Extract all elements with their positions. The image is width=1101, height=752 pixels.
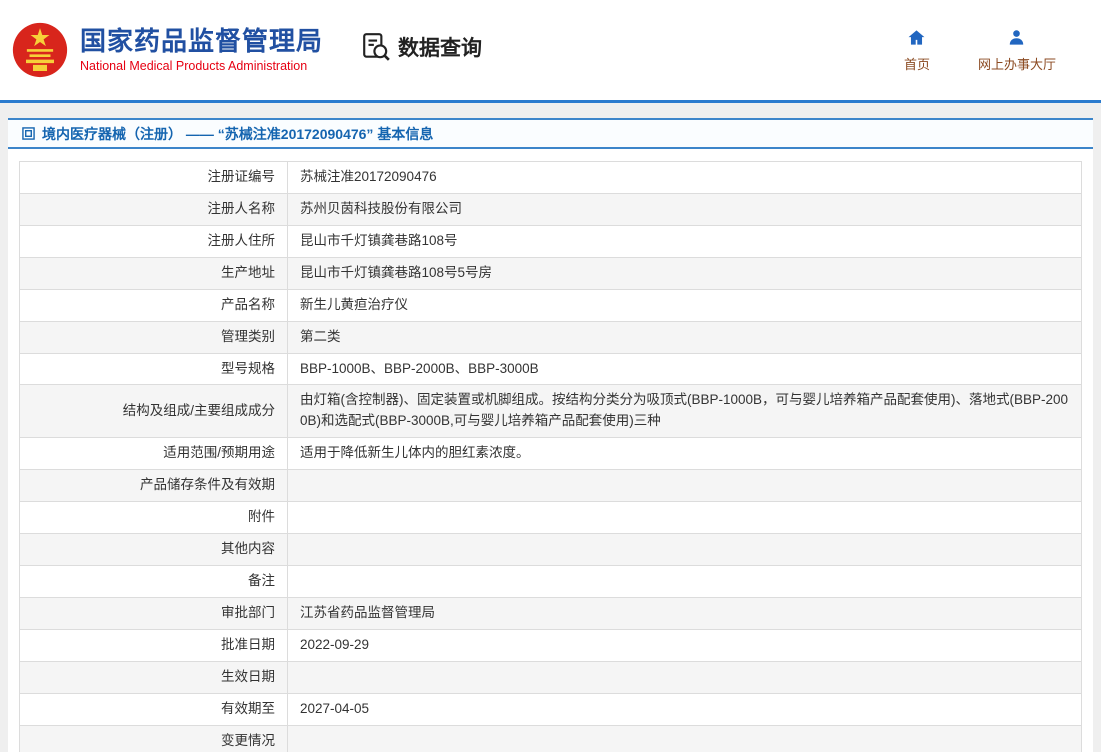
nav-home-label: 首页 [904,54,930,73]
person-icon [1007,28,1026,47]
page-title-bar: 境内医疗器械（注册） —— “苏械注准20172090476” 基本信息 [8,118,1093,149]
nmpa-emblem-logo [12,22,68,78]
agency-name-en: National Medical Products Administration [80,59,323,73]
row-value [288,502,1082,534]
nav-service-hall-label: 网上办事大厅 [978,54,1056,73]
row-label: 注册证编号 [20,162,288,194]
row-value: 适用于降低新生儿体内的胆红素浓度。 [288,438,1082,470]
row-label: 有效期至 [20,693,288,725]
data-query-label: 数据查询 [398,32,482,62]
table-row: 注册人名称 苏州贝茵科技股份有限公司 [20,193,1082,225]
row-label: 批准日期 [20,629,288,661]
section-icon [22,127,35,140]
row-value: BBP-1000B、BBP-2000B、BBP-3000B [288,353,1082,385]
row-label: 注册人名称 [20,193,288,225]
table-row: 产品储存条件及有效期 [20,470,1082,502]
table-row: 备注 [20,565,1082,597]
data-query-button[interactable]: 数据查询 [361,32,482,62]
table-row: 产品名称 新生儿黄疸治疗仪 [20,289,1082,321]
table-row: 附件 [20,502,1082,534]
row-value [288,565,1082,597]
nav-service-hall[interactable]: 网上办事大厅 [978,28,1056,73]
row-value: 新生儿黄疸治疗仪 [288,289,1082,321]
row-value: 2027-04-05 [288,693,1082,725]
row-value [288,725,1082,752]
row-label: 型号规格 [20,353,288,385]
row-label: 生效日期 [20,661,288,693]
table-row: 审批部门 江苏省药品监督管理局 [20,597,1082,629]
table-row: 生产地址 昆山市千灯镇龚巷路108号5号房 [20,257,1082,289]
table-row: 适用范围/预期用途 适用于降低新生儿体内的胆红素浓度。 [20,438,1082,470]
row-label: 管理类别 [20,321,288,353]
row-label: 结构及组成/主要组成成分 [20,385,288,438]
row-value: 苏械注准20172090476 [288,162,1082,194]
table-row: 注册人住所 昆山市千灯镇龚巷路108号 [20,225,1082,257]
top-nav: 首页 网上办事大厅 [904,28,1056,73]
row-value: 苏州贝茵科技股份有限公司 [288,193,1082,225]
row-value: 昆山市千灯镇龚巷路108号 [288,225,1082,257]
table-row: 管理类别 第二类 [20,321,1082,353]
table-row: 注册证编号 苏械注准20172090476 [20,162,1082,194]
table-row: 变更情况 [20,725,1082,752]
row-label: 审批部门 [20,597,288,629]
table-row: 批准日期 2022-09-29 [20,629,1082,661]
row-value [288,470,1082,502]
row-label: 注册人住所 [20,225,288,257]
row-value [288,534,1082,566]
row-value [288,661,1082,693]
table-row: 结构及组成/主要组成成分 由灯箱(含控制器)、固定装置或机脚组成。按结构分类分为… [20,385,1082,438]
row-label: 其他内容 [20,534,288,566]
row-value: 2022-09-29 [288,629,1082,661]
table-row: 其他内容 [20,534,1082,566]
table-row: 生效日期 [20,661,1082,693]
page-title: 境内医疗器械（注册） —— “苏械注准20172090476” 基本信息 [42,124,433,144]
page: 国家药品监督管理局 National Medical Products Admi… [0,0,1101,752]
table-row: 型号规格 BBP-1000B、BBP-2000B、BBP-3000B [20,353,1082,385]
row-value: 昆山市千灯镇龚巷路108号5号房 [288,257,1082,289]
info-table-body: 注册证编号 苏械注准20172090476 注册人名称 苏州贝茵科技股份有限公司… [20,162,1082,752]
row-label: 生产地址 [20,257,288,289]
brand-logo-link[interactable]: 国家药品监督管理局 National Medical Products Admi… [12,22,323,78]
row-label: 附件 [20,502,288,534]
site-header: 国家药品监督管理局 National Medical Products Admi… [0,0,1101,100]
row-value: 第二类 [288,321,1082,353]
registration-info-table: 注册证编号 苏械注准20172090476 注册人名称 苏州贝茵科技股份有限公司… [19,161,1082,752]
content-panel: 境内医疗器械（注册） —— “苏械注准20172090476” 基本信息 注册证… [8,118,1093,752]
row-value: 由灯箱(含控制器)、固定装置或机脚组成。按结构分类分为吸顶式(BBP-1000B… [288,385,1082,438]
row-value: 江苏省药品监督管理局 [288,597,1082,629]
main-content: 境内医疗器械（注册） —— “苏械注准20172090476” 基本信息 注册证… [0,103,1101,752]
row-label: 产品储存条件及有效期 [20,470,288,502]
row-label: 变更情况 [20,725,288,752]
table-row: 有效期至 2027-04-05 [20,693,1082,725]
agency-name-cn: 国家药品监督管理局 [80,27,323,57]
nav-home[interactable]: 首页 [904,28,930,73]
home-icon [907,28,926,47]
row-label: 适用范围/预期用途 [20,438,288,470]
row-label: 备注 [20,565,288,597]
data-query-icon [361,32,391,62]
brand-text: 国家药品监督管理局 National Medical Products Admi… [80,27,323,74]
row-label: 产品名称 [20,289,288,321]
